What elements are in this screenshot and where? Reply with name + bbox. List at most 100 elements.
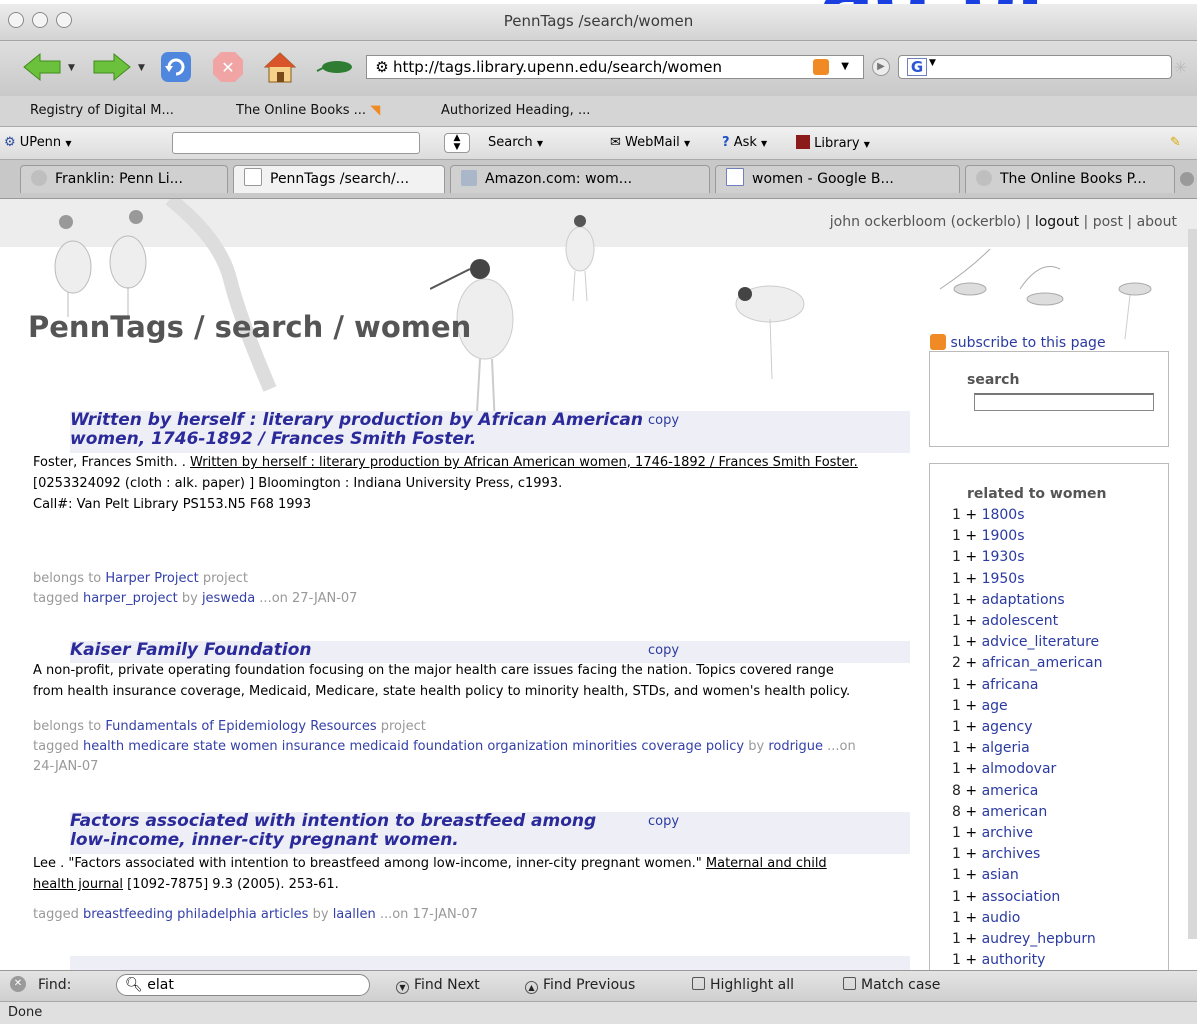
tab-label: women - Google B...: [752, 171, 894, 187]
tab-online-books[interactable]: The Online Books P...: [965, 165, 1175, 193]
citation-title-link[interactable]: Written by herself : literary production…: [190, 455, 858, 470]
meta-text: tagged: [33, 739, 83, 754]
back-button[interactable]: [20, 50, 64, 84]
tag-link[interactable]: harper_project: [83, 591, 178, 606]
related-tag-link[interactable]: american: [982, 804, 1048, 820]
bookmark-authorized-heading[interactable]: Authorized Heading, ...: [441, 103, 590, 118]
tag-link[interactable]: breastfeeding philadelphia articles: [83, 907, 309, 922]
tab-amazon[interactable]: Amazon.com: wom...: [450, 165, 710, 193]
feed-dropdown-icon[interactable]: ▼: [841, 56, 849, 78]
ask-button[interactable]: ? Ask ▼: [722, 135, 767, 150]
meta-text: belongs to: [33, 719, 106, 734]
related-tag-link[interactable]: archive: [982, 825, 1033, 841]
related-tag-count: 1: [952, 909, 961, 926]
tag-link[interactable]: health medicare state women insurance me…: [83, 739, 744, 754]
plus-separator: +: [960, 528, 982, 545]
copy-link[interactable]: copy: [648, 814, 679, 829]
entry-meta: belongs to Harper Project project tagged…: [33, 569, 357, 609]
tab-label: The Online Books P...: [1000, 171, 1147, 187]
related-tag-link[interactable]: agency: [982, 719, 1033, 735]
entry-title-link[interactable]: Factors associated with intention to bre…: [70, 811, 596, 850]
related-tag-count: 1: [952, 846, 961, 863]
journal-link[interactable]: Maternal and child: [706, 856, 827, 871]
project-link[interactable]: Harper Project: [105, 571, 198, 586]
related-tag-count: 1: [952, 634, 961, 651]
related-tag-link[interactable]: algeria: [982, 740, 1030, 756]
close-tab-icon[interactable]: [1180, 172, 1194, 186]
reload-button[interactable]: [156, 50, 196, 84]
related-tag-link[interactable]: archives: [982, 846, 1041, 862]
related-tag-link[interactable]: 1900s: [982, 528, 1025, 544]
copy-link[interactable]: copy: [648, 643, 679, 658]
search-scope-stepper[interactable]: ▲ ▼: [444, 133, 470, 153]
tab-franklin[interactable]: Franklin: Penn Li...: [20, 165, 228, 193]
related-tag-link[interactable]: 1930s: [982, 549, 1025, 565]
find-input[interactable]: 🔍︎ elat: [116, 974, 370, 996]
avocet-flying-illustration: [735, 285, 805, 379]
related-tag-link[interactable]: association: [982, 889, 1061, 905]
scrollbar[interactable]: [1188, 229, 1197, 939]
related-tag-link[interactable]: adolescent: [982, 613, 1059, 629]
forward-dropdown-icon[interactable]: ▼: [138, 63, 145, 73]
engine-dropdown-icon[interactable]: ▼: [929, 58, 936, 68]
related-tag-link[interactable]: asian: [982, 867, 1019, 883]
highlight-all-button[interactable]: Highlight all: [692, 977, 794, 993]
logout-link[interactable]: logout: [1035, 214, 1079, 230]
back-dropdown-icon[interactable]: ▼: [68, 63, 75, 73]
find-previous-button[interactable]: ▲ Find Previous: [525, 977, 635, 994]
go-button[interactable]: ▶: [872, 58, 890, 76]
address-bar[interactable]: ⚙ http://tags.library.upenn.edu/search/wo…: [366, 55, 864, 79]
library-button[interactable]: Library ▼: [796, 135, 870, 151]
related-tag-link[interactable]: almodovar: [982, 761, 1057, 777]
bookmark-leaf-button[interactable]: [312, 50, 356, 84]
project-link[interactable]: Fundamentals of Epidemiology Resources: [105, 719, 376, 734]
match-case-checkbox[interactable]: Match case: [843, 977, 940, 993]
related-tag-link[interactable]: adaptations: [982, 592, 1065, 608]
related-tag-link[interactable]: audrey_hepburn: [982, 931, 1096, 947]
user-link[interactable]: laallen: [333, 907, 376, 922]
user-link[interactable]: rodrigue: [768, 739, 823, 754]
stop-button[interactable]: ✕: [208, 50, 248, 84]
subscribe-link[interactable]: subscribe to this page: [930, 334, 1106, 351]
related-tag-link[interactable]: authority: [982, 952, 1046, 968]
home-button[interactable]: [260, 50, 300, 84]
related-tag-count: 1: [952, 591, 961, 608]
highlighter-icon[interactable]: ✎: [1170, 135, 1181, 150]
copy-link[interactable]: copy: [648, 413, 679, 428]
close-find-icon[interactable]: ✕: [10, 976, 26, 992]
upenn-search-input[interactable]: [172, 132, 420, 154]
related-tag-item: 1 + 1900s: [952, 526, 1103, 547]
related-tag-link[interactable]: advice_literature: [982, 634, 1100, 650]
related-tag-link[interactable]: africana: [982, 677, 1039, 693]
about-link[interactable]: about: [1137, 214, 1177, 230]
find-next-label: Find Next: [414, 977, 480, 993]
search-input[interactable]: [974, 393, 1154, 411]
related-tag-link[interactable]: america: [982, 783, 1039, 799]
throbber-icon: ✳: [1174, 58, 1188, 77]
user-link[interactable]: jesweda: [202, 591, 255, 606]
webmail-button[interactable]: ✉ WebMail ▼: [610, 135, 690, 150]
tab-penntags[interactable]: PennTags /search/...: [233, 165, 445, 193]
related-tag-link[interactable]: audio: [982, 910, 1021, 926]
avocet-birds-illustration: [54, 210, 147, 317]
related-tag-link[interactable]: age: [982, 698, 1008, 714]
tab-google-books[interactable]: women - Google B...: [715, 165, 960, 193]
related-tag-item: 1 + advice_literature: [952, 632, 1103, 653]
upenn-menu[interactable]: ⚙ UPenn ▼: [4, 135, 71, 150]
find-next-button[interactable]: ▼ Find Next: [396, 977, 480, 994]
related-tag-link[interactable]: 1950s: [982, 571, 1025, 587]
google-icon[interactable]: G: [907, 58, 927, 76]
post-link[interactable]: post: [1093, 214, 1123, 230]
related-tag-item: 2 + african_american: [952, 653, 1103, 674]
entry-title-link[interactable]: Written by herself : literary production…: [70, 410, 643, 449]
rss-feed-icon[interactable]: [813, 59, 829, 75]
journal-link[interactable]: health journal: [33, 877, 123, 892]
upenn-search-button[interactable]: Search ▼: [488, 135, 543, 150]
forward-button[interactable]: [90, 50, 134, 84]
entry-title-link[interactable]: Kaiser Family Foundation: [70, 640, 311, 660]
search-engine-box[interactable]: G ▼: [898, 55, 1172, 79]
related-tag-link[interactable]: african_american: [982, 655, 1103, 671]
bookmark-registry[interactable]: Registry of Digital M...: [30, 103, 174, 118]
related-tag-link[interactable]: 1800s: [982, 507, 1025, 523]
bookmark-online-books[interactable]: The Online Books ... ◥: [236, 103, 380, 118]
